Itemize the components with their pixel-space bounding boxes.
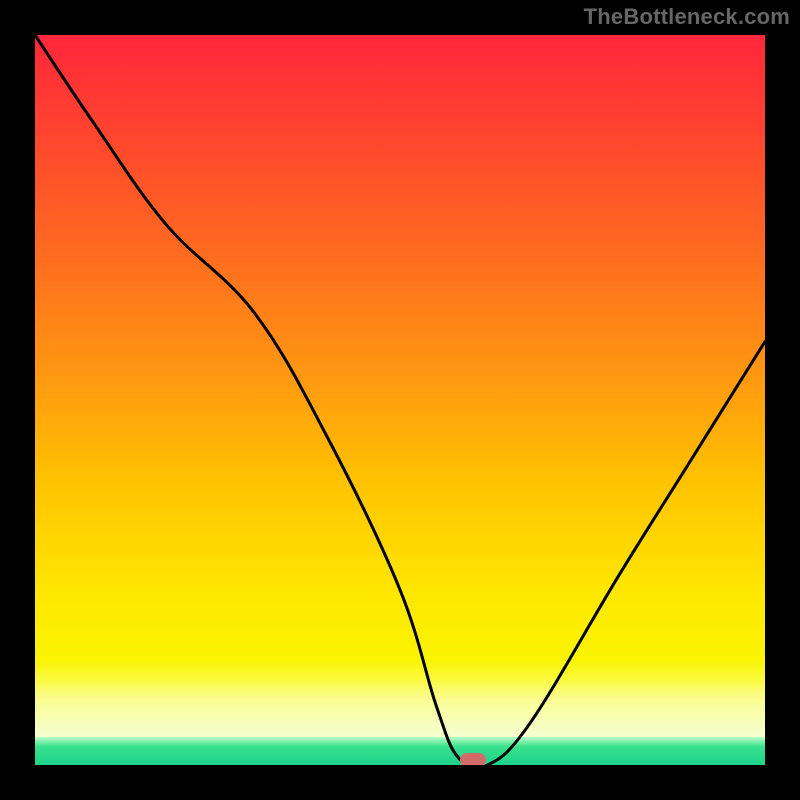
optimum-marker bbox=[460, 753, 486, 765]
chart-frame: TheBottleneck.com bbox=[0, 0, 800, 800]
watermark-label: TheBottleneck.com bbox=[584, 4, 790, 30]
bottleneck-curve bbox=[35, 35, 765, 765]
plot-area bbox=[35, 35, 765, 765]
